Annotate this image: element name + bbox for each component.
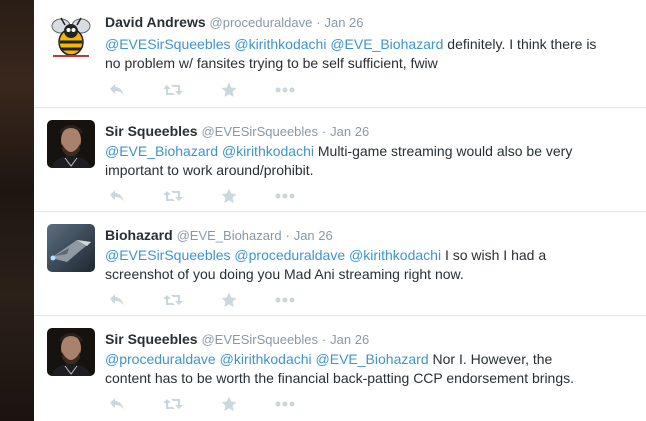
author-name[interactable]: Sir Squeebles bbox=[105, 123, 198, 139]
mention-link[interactable]: @EVE_Biohazard bbox=[105, 143, 218, 159]
reply-icon[interactable] bbox=[105, 188, 129, 204]
more-dots-icon[interactable] bbox=[273, 396, 297, 412]
tweet: David Andrews @proceduraldave · Jan 26 @… bbox=[34, 0, 646, 108]
more-dots-icon[interactable] bbox=[273, 188, 297, 204]
separator: · bbox=[316, 15, 321, 30]
tweet-text: @EVE_Biohazard @kirithkodachi Multi-game… bbox=[105, 142, 625, 180]
more-dots-icon[interactable] bbox=[273, 292, 297, 308]
mention-link[interactable]: @kirithkodachi bbox=[222, 143, 314, 159]
star-icon[interactable] bbox=[217, 292, 241, 308]
reply-icon[interactable] bbox=[105, 396, 129, 412]
tweet-text: @proceduraldave @kirithkodachi @EVE_Bioh… bbox=[105, 350, 625, 388]
tweet-text: @EVESirSqueebles @proceduraldave @kirith… bbox=[105, 246, 625, 284]
tweet-body: screenshot of you doing you Mad Ani stre… bbox=[105, 266, 464, 282]
reply-icon[interactable] bbox=[105, 82, 129, 98]
tweet-body: content has to be worth the financial ba… bbox=[105, 370, 575, 386]
retweet-icon[interactable] bbox=[161, 292, 185, 308]
tweet-header: Sir Squeebles @EVESirSqueebles · Jan 26 bbox=[105, 122, 636, 141]
tweet: Sir Squeebles @EVESirSqueebles · Jan 26 … bbox=[34, 316, 646, 421]
tweet-header: Sir Squeebles @EVESirSqueebles · Jan 26 bbox=[105, 330, 636, 349]
spaceship-avatar-icon[interactable] bbox=[47, 224, 95, 272]
tweet-timestamp[interactable]: Jan 26 bbox=[324, 15, 363, 30]
tweet-timestamp[interactable]: Jan 26 bbox=[330, 124, 369, 139]
separator: · bbox=[285, 228, 290, 243]
tweet-body: no problem w/ fansites trying to be self… bbox=[105, 55, 438, 71]
author-handle[interactable]: @EVE_Biohazard bbox=[177, 228, 282, 243]
tweet-body: important to work around/prohibit. bbox=[105, 162, 314, 178]
star-icon[interactable] bbox=[217, 396, 241, 412]
tweet-timestamp[interactable]: Jan 26 bbox=[294, 228, 333, 243]
bearded-man-avatar-icon[interactable] bbox=[47, 328, 95, 376]
tweet-body: I so wish I had a bbox=[444, 247, 547, 263]
mention-link[interactable]: @kirithkodachi bbox=[234, 36, 326, 52]
mention-link[interactable]: @kirithkodachi bbox=[220, 351, 312, 367]
retweet-icon[interactable] bbox=[161, 188, 185, 204]
separator: · bbox=[321, 332, 327, 347]
author-name[interactable]: David Andrews bbox=[105, 14, 206, 30]
tweet: Biohazard @EVE_Biohazard · Jan 26 @EVESi… bbox=[34, 212, 646, 316]
mention-link[interactable]: @kirithkodachi bbox=[349, 247, 441, 263]
retweet-icon[interactable] bbox=[161, 82, 185, 98]
bee-avatar-icon[interactable] bbox=[47, 12, 95, 60]
tweet-header: Biohazard @EVE_Biohazard · Jan 26 bbox=[105, 226, 636, 245]
author-name[interactable]: Biohazard bbox=[105, 227, 173, 243]
reply-icon[interactable] bbox=[105, 292, 129, 308]
star-icon[interactable] bbox=[217, 188, 241, 204]
more-dots-icon[interactable] bbox=[273, 82, 297, 98]
mention-link[interactable]: @EVE_Biohazard bbox=[316, 351, 429, 367]
mention-link[interactable]: @proceduraldave bbox=[234, 247, 345, 263]
tweet-header: David Andrews @proceduraldave · Jan 26 bbox=[105, 13, 636, 32]
author-name[interactable]: Sir Squeebles bbox=[105, 331, 198, 347]
mention-link[interactable]: @EVE_Biohazard bbox=[330, 36, 443, 52]
author-handle[interactable]: @EVESirSqueebles bbox=[201, 124, 318, 139]
tweet: Sir Squeebles @EVESirSqueebles · Jan 26 … bbox=[34, 108, 646, 212]
tweet-text: @EVESirSqueebles @kirithkodachi @EVE_Bio… bbox=[105, 35, 625, 73]
mention-link[interactable]: @proceduraldave bbox=[105, 351, 216, 367]
retweet-icon[interactable] bbox=[161, 396, 185, 412]
star-icon[interactable] bbox=[217, 82, 241, 98]
tweet-body: definitely. I think there is bbox=[447, 36, 597, 52]
tweet-timeline: David Andrews @proceduraldave · Jan 26 @… bbox=[34, 0, 646, 421]
mention-link[interactable]: @EVESirSqueebles bbox=[105, 247, 231, 263]
tweet-timestamp[interactable]: Jan 26 bbox=[330, 332, 369, 347]
bearded-man-avatar-icon[interactable] bbox=[47, 120, 95, 168]
tweet-body: Nor I. However, the bbox=[432, 351, 553, 367]
page-background bbox=[0, 0, 34, 421]
author-handle[interactable]: @EVESirSqueebles bbox=[201, 332, 318, 347]
tweet-body: Multi-game streaming would also be very bbox=[317, 143, 573, 159]
author-handle[interactable]: @proceduraldave bbox=[210, 15, 313, 30]
separator: · bbox=[321, 124, 327, 139]
mention-link[interactable]: @EVESirSqueebles bbox=[105, 36, 231, 52]
